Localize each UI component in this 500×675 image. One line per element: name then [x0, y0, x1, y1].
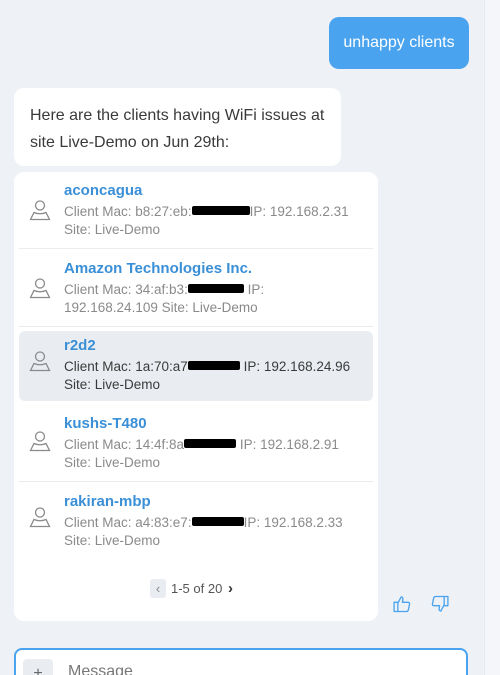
redaction-bar: [187, 284, 244, 293]
client-mac: Client Mac: 14:4f:8a: [64, 437, 185, 452]
pagination-label: 1-5 of 20: [171, 581, 223, 596]
client-mac: Client Mac: 1a:70:a7: [64, 359, 188, 374]
client-ip: IP: 192.168.2.31: [249, 204, 349, 219]
client-row[interactable]: kushs-T480 Client Mac: 14:4f:8a IP: 192.…: [19, 409, 373, 482]
client-name[interactable]: rakiran-mbp: [64, 493, 151, 510]
client-mac: Client Mac: b8:27:eb:: [64, 204, 192, 219]
client-detail: Client Mac: 1a:70:a7 IP: 192.168.24.96 S…: [64, 358, 364, 394]
client-detail: Client Mac: b8:27:eb: IP: 192.168.2.31 Si…: [64, 203, 364, 239]
client-name[interactable]: Amazon Technologies Inc.: [64, 260, 252, 277]
user-icon: [29, 431, 51, 452]
user-icon: [29, 200, 51, 221]
client-ip: IP: 192.168.2.33: [243, 515, 343, 530]
redaction-bar: [191, 517, 244, 526]
user-icon: [29, 351, 51, 372]
client-detail: Client Mac: a4:83:e7: IP: 192.168.2.33 Si…: [64, 514, 364, 550]
chevron-left-icon[interactable]: ‹: [150, 579, 166, 598]
client-ip: IP: 192.168.24.96: [243, 359, 351, 374]
add-attachment-button[interactable]: +: [23, 659, 53, 675]
client-ip: IP:: [247, 282, 265, 297]
client-site: Site: Live-Demo: [64, 222, 161, 237]
chevron-right-icon[interactable]: ›: [228, 579, 233, 598]
client-ip: IP: 192.168.2.91: [239, 437, 339, 452]
thumbs-down-icon[interactable]: [430, 594, 450, 614]
client-detail: Client Mac: 34:af:b3: IP: 192.168.24.109…: [64, 281, 364, 317]
client-row[interactable]: aconcagua Client Mac: b8:27:eb: IP: 192.1…: [19, 176, 373, 249]
client-name[interactable]: r2d2: [64, 337, 96, 354]
client-mac: Client Mac: 34:af:b3:: [64, 282, 188, 297]
client-name[interactable]: aconcagua: [64, 182, 142, 199]
client-name[interactable]: kushs-T480: [64, 415, 147, 432]
client-site: Site: Live-Demo: [64, 377, 161, 392]
client-site: 192.168.24.109 Site: Live-Demo: [64, 300, 258, 315]
thumbs-up-icon[interactable]: [392, 594, 412, 614]
message-composer: +: [14, 648, 468, 675]
client-site: Site: Live-Demo: [64, 455, 161, 470]
client-row[interactable]: rakiran-mbp Client Mac: a4:83:e7: IP: 192…: [19, 487, 373, 557]
client-list-card: aconcagua Client Mac: b8:27:eb: IP: 192.1…: [14, 172, 378, 621]
divider: [19, 481, 373, 482]
redaction-bar: [187, 361, 240, 370]
divider: [19, 248, 373, 249]
client-row[interactable]: Amazon Technologies Inc. Client Mac: 34:…: [19, 254, 373, 327]
redaction-bar: [191, 206, 250, 215]
client-site: Site: Live-Demo: [64, 533, 161, 548]
client-detail: Client Mac: 14:4f:8a IP: 192.168.2.91 Si…: [64, 436, 364, 472]
user-message-bubble: unhappy clients: [329, 17, 469, 69]
client-row[interactable]: r2d2 Client Mac: 1a:70:a7 IP: 192.168.24…: [19, 331, 373, 401]
user-icon: [29, 278, 51, 299]
message-input[interactable]: [68, 659, 448, 675]
scrollbar[interactable]: [484, 0, 500, 675]
bot-message-bubble: Here are the clients having WiFi issues …: [14, 88, 341, 166]
divider: [19, 326, 373, 327]
client-mac: Client Mac: a4:83:e7:: [64, 515, 192, 530]
redaction-bar: [184, 439, 237, 448]
user-icon: [29, 507, 51, 528]
